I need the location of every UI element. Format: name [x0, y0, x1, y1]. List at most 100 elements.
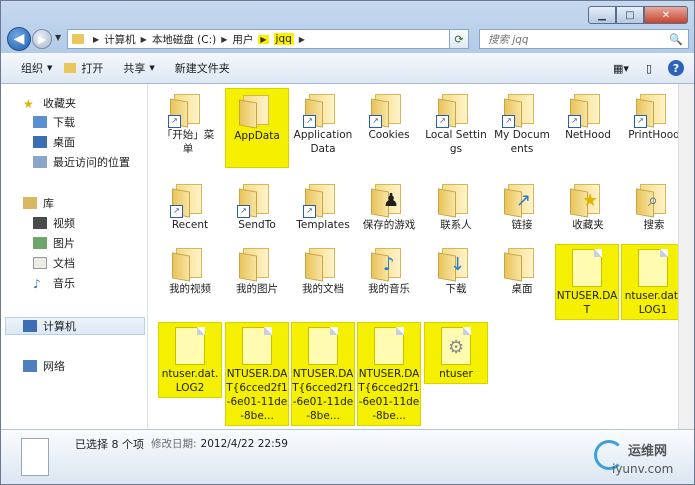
- crumb-computer[interactable]: 计算机: [104, 32, 136, 47]
- item-label: NetHood: [565, 129, 611, 141]
- item-label: NTUSER.DAT{6cced2f1-6e01-11de-8be...: [226, 368, 288, 422]
- file-icon: [175, 327, 205, 365]
- item-downloads[interactable]: ↓ 下载: [424, 242, 488, 322]
- item-label: AppData: [234, 130, 280, 142]
- item-ntuser-ini[interactable]: ⚙ ntuser: [424, 322, 488, 384]
- sidebar-item-documents[interactable]: 文档: [33, 254, 75, 272]
- item-my-pictures[interactable]: 我的图片: [225, 242, 289, 322]
- share-button[interactable]: 共享 ▼: [117, 56, 160, 80]
- refresh-button[interactable]: ⟳: [449, 29, 469, 49]
- recent-places-icon: [33, 156, 47, 168]
- folder-icon: [239, 95, 275, 129]
- folder-shortcut-icon: ↗: [568, 94, 606, 128]
- folder-icon: ⌕: [636, 184, 672, 218]
- back-button[interactable]: ◀: [7, 27, 31, 51]
- sidebar-item-downloads[interactable]: 下载: [33, 113, 75, 131]
- sidebar-item-favorites[interactable]: ★ 收藏夹: [23, 94, 76, 112]
- folder-shortcut-icon: ↗: [303, 184, 341, 218]
- item-my-documents-folder[interactable]: 我的文档: [291, 242, 355, 322]
- item-appdata[interactable]: AppData: [225, 88, 289, 168]
- library-icon: [23, 197, 37, 209]
- sidebar-label: 最近访问的位置: [53, 156, 130, 169]
- title-bar: ▁ □ ✕ ◀ ▶ ▼ ▶ 计算机 ▶ 本地磁盘 (C:) ▶ 用户 ▶ jqq…: [1, 1, 694, 53]
- item-desktop[interactable]: 桌面: [490, 242, 554, 322]
- recent-pages-dropdown[interactable]: ▼: [55, 33, 61, 42]
- chevron-right-icon[interactable]: ▶: [258, 34, 269, 44]
- network-icon: [23, 360, 37, 372]
- item-application-data[interactable]: ↗ Application Data: [291, 88, 355, 168]
- item-ntuser-tm-2[interactable]: NTUSER.DAT{6cced2f1-6e01-11de-8be...: [291, 322, 355, 426]
- folder-icon: [72, 34, 84, 44]
- item-label: Templates: [296, 219, 350, 231]
- item-ntuser-log1[interactable]: ntuser.dat.LOG1: [621, 244, 685, 320]
- desktop-icon: [33, 136, 47, 148]
- item-label: 下载: [445, 283, 467, 295]
- item-cookies[interactable]: ↗ Cookies: [357, 88, 421, 168]
- sidebar-label: 视频: [53, 217, 75, 230]
- sidebar-item-pictures[interactable]: 图片: [33, 234, 75, 252]
- sidebar-item-recent-places[interactable]: 最近访问的位置: [33, 153, 130, 171]
- preview-pane-icon[interactable]: ▯: [640, 60, 658, 76]
- downloads-icon: [33, 116, 47, 128]
- crumb-users[interactable]: 用户: [232, 32, 253, 47]
- address-bar[interactable]: ▶ 计算机 ▶ 本地磁盘 (C:) ▶ 用户 ▶ jqq ▶ ▼: [67, 29, 469, 49]
- chevron-right-icon[interactable]: ▶: [221, 35, 227, 44]
- search-input[interactable]: [486, 31, 660, 49]
- vertical-scrollbar[interactable]: [678, 84, 694, 429]
- help-icon[interactable]: ?: [668, 60, 684, 76]
- selection-file-icon: [21, 438, 49, 476]
- pictures-icon: [33, 237, 47, 249]
- chevron-right-icon[interactable]: ▶: [141, 35, 147, 44]
- chevron-right-icon[interactable]: ▶: [299, 35, 305, 44]
- item-label: 我的视频: [169, 283, 211, 295]
- folder-icon: ★: [570, 184, 606, 218]
- sidebar-item-desktop[interactable]: 桌面: [33, 133, 75, 151]
- sidebar-item-computer[interactable]: 计算机: [23, 317, 76, 335]
- search-icon[interactable]: 🔍: [669, 33, 683, 46]
- crumb-current-folder[interactable]: jqq: [273, 33, 294, 45]
- chevron-down-icon: ▼: [47, 64, 53, 72]
- item-my-documents[interactable]: ↗ My Documents: [490, 88, 554, 168]
- close-button[interactable]: ✕: [644, 6, 688, 24]
- crumb-local-disk[interactable]: 本地磁盘 (C:): [152, 32, 216, 47]
- sidebar-item-network[interactable]: 网络: [23, 357, 65, 375]
- item-start-menu[interactable]: ↗ 「开始」菜单: [156, 88, 220, 168]
- item-my-music[interactable]: ♪ 我的音乐: [357, 242, 421, 322]
- item-label: Application Data: [293, 129, 353, 155]
- sidebar-label: 库: [43, 197, 54, 210]
- item-ntuser-tm-1[interactable]: NTUSER.DAT{6cced2f1-6e01-11de-8be...: [225, 322, 289, 426]
- new-folder-button[interactable]: 新建文件夹: [169, 56, 236, 80]
- item-nethood[interactable]: ↗ NetHood: [556, 88, 620, 168]
- folder-icon: [438, 184, 474, 218]
- item-label: PrintHood: [628, 129, 680, 141]
- open-button[interactable]: 打开: [58, 56, 109, 80]
- item-ntuser-tm-3[interactable]: NTUSER.DAT{6cced2f1-6e01-11de-8be...: [357, 322, 421, 426]
- search-box: 🔍: [479, 29, 689, 49]
- view-options-icon[interactable]: ▦▾: [612, 60, 630, 76]
- breadcrumb: ▶ 计算机 ▶ 本地磁盘 (C:) ▶ 用户 ▶ jqq ▶: [88, 32, 310, 47]
- sidebar-item-music[interactable]: ♪ 音乐: [33, 274, 75, 292]
- forward-button[interactable]: ▶: [32, 29, 52, 49]
- chevron-right-icon[interactable]: ▶: [93, 35, 99, 44]
- modified-date-value: 2012/4/22 22:59: [200, 438, 288, 450]
- sidebar-item-libraries[interactable]: 库: [23, 194, 54, 212]
- organize-button[interactable]: 组织 ▼: [15, 56, 58, 80]
- item-ntuser-dat[interactable]: NTUSER.DAT: [555, 244, 619, 320]
- folder-shortcut-icon: ↗: [303, 94, 341, 128]
- item-ntuser-log2[interactable]: ntuser.dat.LOG2: [158, 322, 222, 398]
- sidebar-label: 音乐: [53, 277, 75, 290]
- item-printhood[interactable]: ↗ PrintHood: [622, 88, 686, 168]
- minimize-button[interactable]: ▁: [588, 6, 616, 24]
- explorer-window: ▁ □ ✕ ◀ ▶ ▼ ▶ 计算机 ▶ 本地磁盘 (C:) ▶ 用户 ▶ jqq…: [0, 0, 695, 485]
- watermark: 运维网 iyunv.com: [592, 438, 688, 482]
- maximize-button[interactable]: □: [616, 6, 644, 24]
- folder-shortcut-icon: ↗: [634, 94, 672, 128]
- item-label: 桌面: [511, 283, 533, 295]
- item-my-videos[interactable]: 我的视频: [158, 242, 222, 322]
- sidebar-item-videos[interactable]: 视频: [33, 214, 75, 232]
- settings-file-icon: ⚙: [441, 327, 471, 365]
- window-controls: ▁ □ ✕: [588, 6, 688, 24]
- folder-icon: ↓: [438, 248, 474, 282]
- item-local-settings[interactable]: ↗ Local Settings: [424, 88, 488, 168]
- item-label: 我的图片: [236, 283, 278, 295]
